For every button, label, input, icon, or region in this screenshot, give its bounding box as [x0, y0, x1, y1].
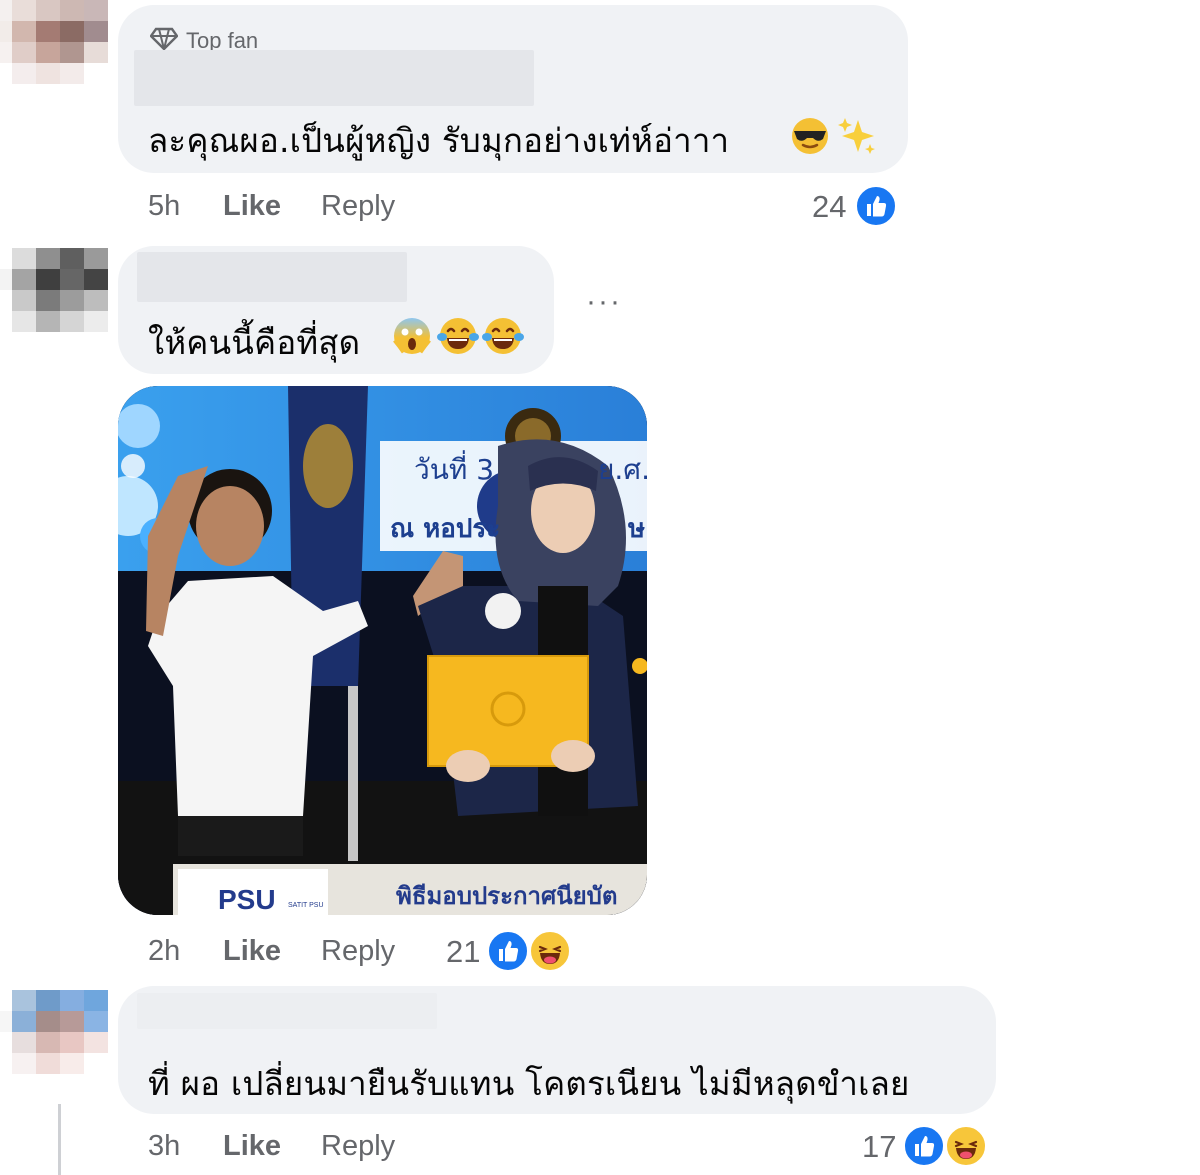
author-name[interactable]	[134, 50, 534, 106]
tears-of-joy-emoji-icon	[437, 316, 479, 356]
reply-button[interactable]: Reply	[321, 935, 395, 968]
sparkles-emoji-icon	[836, 114, 878, 156]
sunglasses-emoji-icon	[790, 116, 830, 156]
podium-logo-subtitle: SATIT PSU	[288, 902, 324, 909]
banner-venue-suffix: ษ	[628, 514, 646, 544]
reply-button[interactable]: Reply	[321, 1130, 395, 1163]
comment-time[interactable]: 5h	[148, 190, 180, 223]
banner-date-text: วันที่ 3	[414, 453, 495, 486]
like-button[interactable]: Like	[223, 1130, 281, 1163]
like-reaction-icon[interactable]	[902, 1124, 946, 1168]
banner-venue-text: ณ หอประ	[390, 514, 501, 544]
avatar[interactable]	[0, 248, 108, 332]
comment-photo[interactable]: วันที่ 3 ย.ศ. ณ หอประ ษ PSU SATIT PSU พิ…	[118, 386, 647, 915]
like-button[interactable]: Like	[223, 190, 281, 223]
more-options-button[interactable]: ···	[586, 287, 622, 317]
podium-text: พิธีมอบประกาศนียบัต	[396, 882, 618, 910]
reaction-count[interactable]: 24	[812, 189, 846, 225]
author-name[interactable]	[137, 993, 437, 1029]
thread-line	[58, 1104, 61, 1175]
podium-logo: PSU	[218, 884, 276, 915]
comment-time[interactable]: 3h	[148, 1130, 180, 1163]
like-reaction-icon[interactable]	[486, 929, 530, 973]
banner-date-suffix: ย.ศ.	[598, 453, 647, 486]
reply-button[interactable]: Reply	[321, 190, 395, 223]
avatar[interactable]	[0, 990, 108, 1074]
reaction-count[interactable]: 21	[446, 934, 480, 970]
tears-of-joy-emoji-icon	[482, 316, 524, 356]
comment-text: ให้คนนี้คือที่สุด	[148, 323, 361, 362]
like-button[interactable]: Like	[223, 935, 281, 968]
haha-reaction-icon[interactable]	[944, 1124, 988, 1168]
comment-time[interactable]: 2h	[148, 935, 180, 968]
comment-text: ที่ ผอ เปลี่ยนมายืนรับแทน โคตรเนียน ไม่ม…	[148, 1064, 910, 1103]
like-reaction-icon[interactable]	[854, 184, 898, 228]
author-name[interactable]	[137, 252, 407, 302]
avatar[interactable]	[0, 0, 108, 84]
reaction-count[interactable]: 17	[862, 1129, 896, 1165]
haha-reaction-icon[interactable]	[528, 929, 572, 973]
comment-text: ละคุณผอ.เป็นผู้หญิง รับมุกอย่างเท่ห์อ่าา…	[148, 121, 730, 160]
screaming-face-emoji-icon	[392, 316, 432, 356]
